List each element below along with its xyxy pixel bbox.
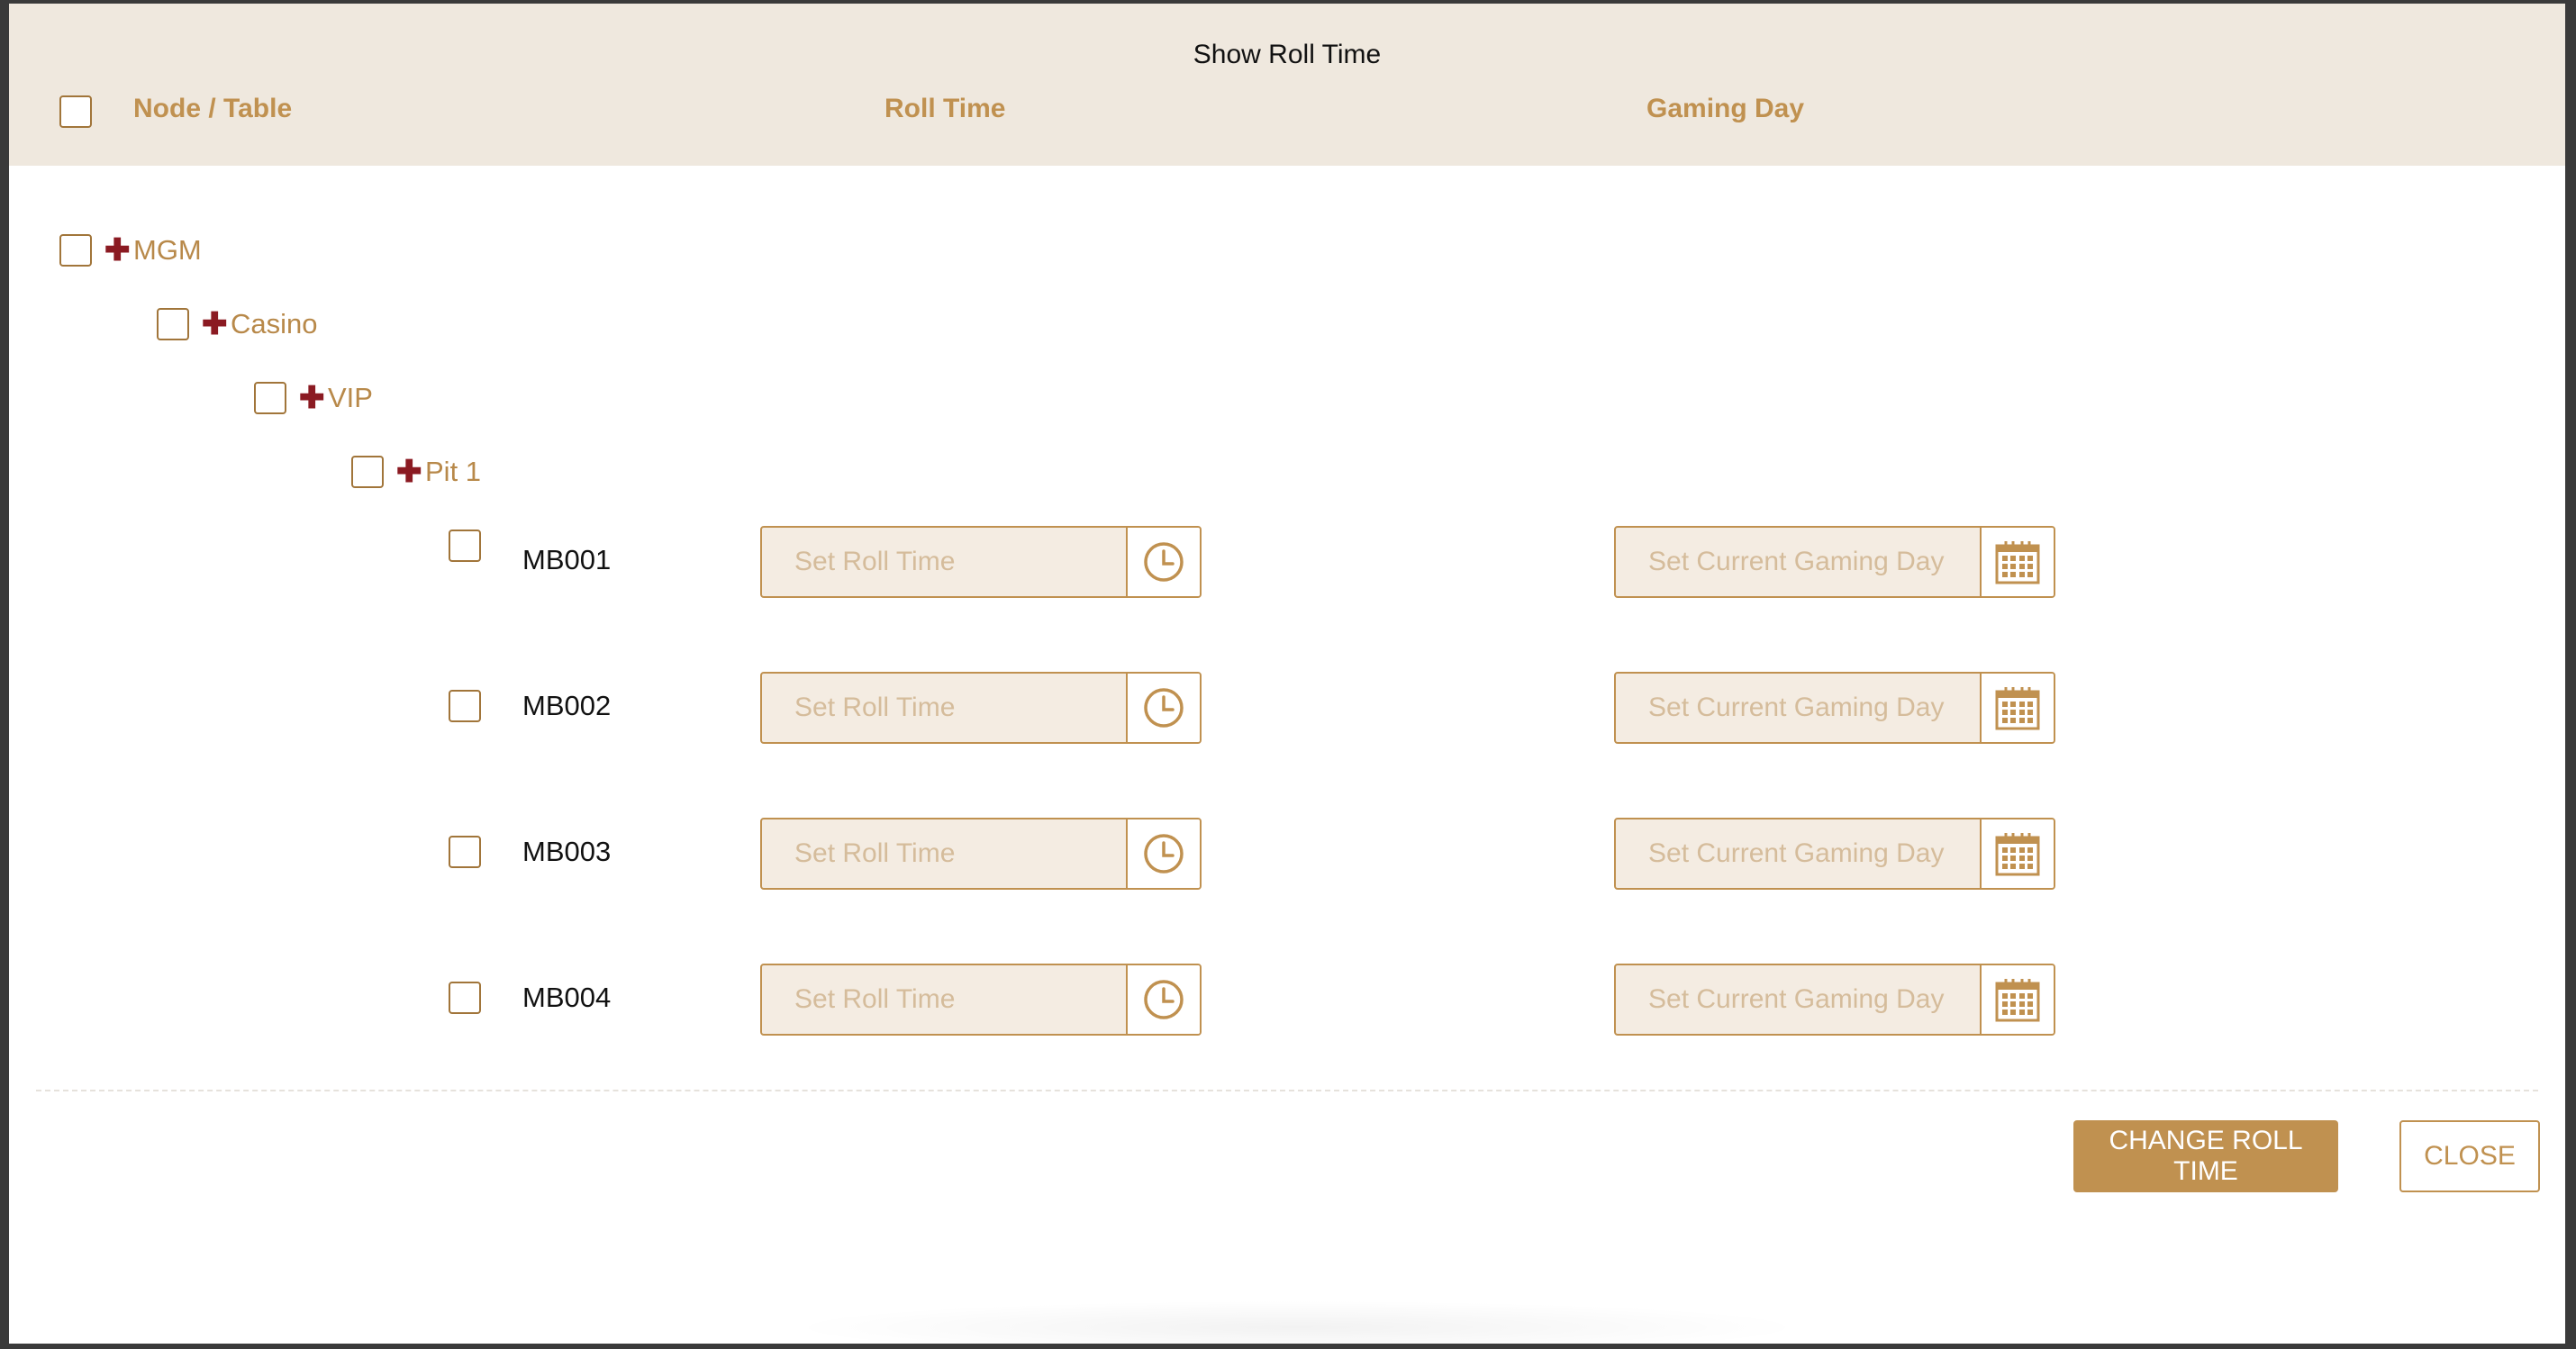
clock-icon[interactable] xyxy=(1126,674,1200,742)
calendar-icon[interactable] xyxy=(1980,528,2054,596)
roll-time-placeholder: Set Roll Time xyxy=(794,838,956,868)
dialog-header: Show Roll Time Node / Table Roll Time Ga… xyxy=(9,4,2565,166)
scroll-shadow xyxy=(784,1300,1810,1344)
gaming-day-input[interactable]: Set Current Gaming Day xyxy=(1614,672,2055,744)
tree-node-casino[interactable]: Casino xyxy=(231,306,318,342)
node-checkbox-pit-1[interactable] xyxy=(351,456,384,488)
gaming-day-placeholder: Set Current Gaming Day xyxy=(1648,693,1945,722)
calendar-icon[interactable] xyxy=(1980,965,2054,1034)
tree-node-pit-1[interactable]: Pit 1 xyxy=(425,454,481,490)
table-checkbox[interactable] xyxy=(449,530,481,562)
gaming-day-input[interactable]: Set Current Gaming Day xyxy=(1614,526,2055,598)
table-name: MB003 xyxy=(522,836,612,867)
table-checkbox[interactable] xyxy=(449,690,481,722)
plus-icon[interactable]: ✚ xyxy=(396,454,422,490)
clock-icon[interactable] xyxy=(1126,819,1200,888)
close-button[interactable]: CLOSE xyxy=(2399,1120,2540,1192)
column-header-gaming-day: Gaming Day xyxy=(1646,94,1805,123)
clock-icon[interactable] xyxy=(1126,965,1200,1034)
roll-time-placeholder: Set Roll Time xyxy=(794,693,956,722)
footer-divider xyxy=(36,1090,2538,1091)
column-header-node-table: Node / Table xyxy=(133,94,293,123)
gaming-day-placeholder: Set Current Gaming Day xyxy=(1648,984,1945,1014)
gaming-day-input[interactable]: Set Current Gaming Day xyxy=(1614,964,2055,1036)
roll-time-input[interactable]: Set Roll Time xyxy=(760,672,1202,744)
roll-time-input[interactable]: Set Roll Time xyxy=(760,818,1202,890)
node-checkbox-casino[interactable] xyxy=(157,308,189,340)
tree-node-vip[interactable]: VIP xyxy=(328,380,373,416)
roll-time-placeholder: Set Roll Time xyxy=(794,984,956,1014)
roll-time-dialog: Show Roll Time Node / Table Roll Time Ga… xyxy=(9,4,2565,1344)
gaming-day-placeholder: Set Current Gaming Day xyxy=(1648,838,1945,868)
gaming-day-input[interactable]: Set Current Gaming Day xyxy=(1614,818,2055,890)
gaming-day-placeholder: Set Current Gaming Day xyxy=(1648,547,1945,576)
roll-time-input[interactable]: Set Roll Time xyxy=(760,964,1202,1036)
table-checkbox[interactable] xyxy=(449,836,481,868)
column-header-roll-time: Roll Time xyxy=(884,94,1006,123)
plus-icon[interactable]: ✚ xyxy=(299,380,325,416)
table-name: MB002 xyxy=(522,690,612,721)
change-roll-time-button[interactable]: CHANGE ROLL TIME xyxy=(2073,1120,2338,1192)
calendar-icon[interactable] xyxy=(1980,674,2054,742)
tree-node-mgm[interactable]: MGM xyxy=(133,232,202,268)
calendar-icon[interactable] xyxy=(1980,819,2054,888)
node-checkbox-mgm[interactable] xyxy=(59,234,92,267)
table-checkbox[interactable] xyxy=(449,982,481,1014)
table-name: MB001 xyxy=(522,544,612,575)
plus-icon[interactable]: ✚ xyxy=(104,232,131,268)
dialog-title: Show Roll Time xyxy=(1193,40,1382,69)
select-all-checkbox[interactable] xyxy=(59,95,92,128)
clock-icon[interactable] xyxy=(1126,528,1200,596)
roll-time-input[interactable]: Set Roll Time xyxy=(760,526,1202,598)
plus-icon[interactable]: ✚ xyxy=(202,306,228,342)
roll-time-placeholder: Set Roll Time xyxy=(794,547,956,576)
table-name: MB004 xyxy=(522,982,612,1013)
node-checkbox-vip[interactable] xyxy=(254,382,286,414)
